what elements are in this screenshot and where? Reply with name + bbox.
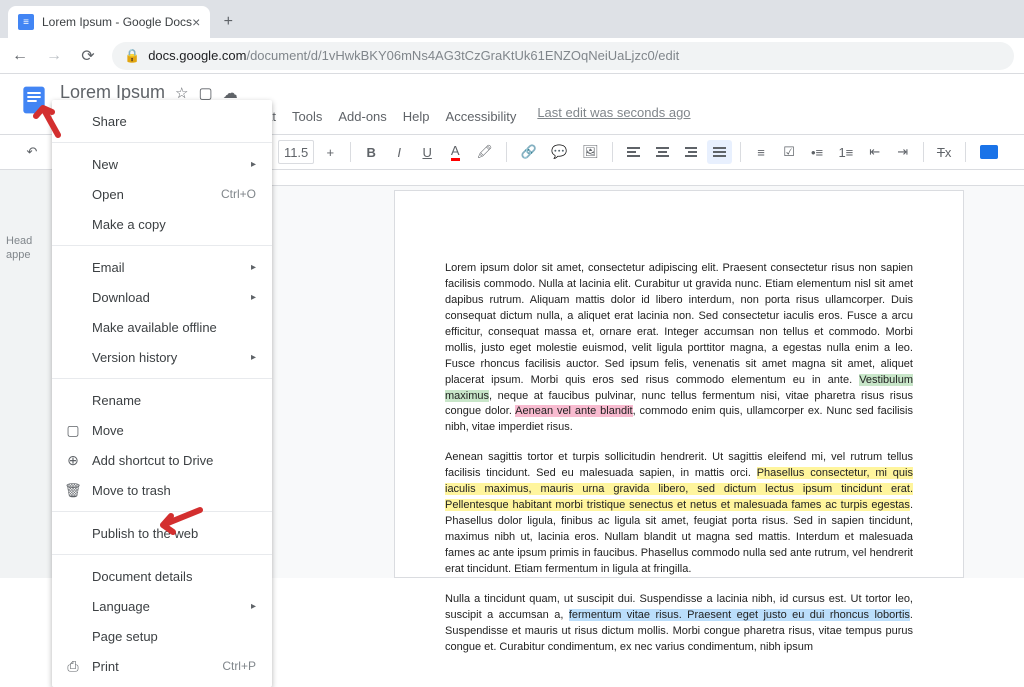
forward-button[interactable]: → bbox=[44, 47, 64, 65]
menu-language[interactable]: Language▸ bbox=[52, 591, 272, 621]
star-icon[interactable]: ☆ bbox=[175, 84, 188, 102]
align-right-button[interactable] bbox=[679, 140, 704, 164]
underline-button[interactable]: U bbox=[415, 140, 439, 164]
print-icon: ⎙ bbox=[64, 658, 82, 675]
insert-image-button[interactable]: 🖼 bbox=[577, 140, 604, 164]
last-edit-link[interactable]: Last edit was seconds ago bbox=[537, 105, 690, 128]
insert-comment-button[interactable]: 💬 bbox=[546, 140, 573, 164]
highlight-red: Aenean vel ante blandit bbox=[515, 405, 632, 417]
docs-favicon: ≡ bbox=[18, 14, 34, 30]
font-size-plus[interactable]: + bbox=[318, 140, 342, 164]
clear-formatting-button[interactable]: Tx bbox=[932, 140, 957, 164]
number-list-button[interactable]: 1≡ bbox=[833, 140, 859, 164]
undo-button[interactable]: ↶ bbox=[20, 140, 44, 164]
indent-increase-button[interactable]: ⇥ bbox=[891, 140, 915, 164]
menu-download[interactable]: Download▸ bbox=[52, 282, 272, 312]
menu-open[interactable]: OpenCtrl+O bbox=[52, 179, 272, 209]
browser-tab[interactable]: ≡ Lorem Ipsum - Google Docs × bbox=[8, 6, 210, 38]
menu-make-copy[interactable]: Make a copy bbox=[52, 209, 272, 239]
editing-mode-button[interactable] bbox=[974, 140, 1004, 164]
menu-addons[interactable]: Add-ons bbox=[331, 105, 393, 128]
highlight-blue: fermentum vitae risus. Praesent eget jus… bbox=[569, 609, 910, 621]
menu-page-setup[interactable]: Page setup bbox=[52, 621, 272, 651]
outline-panel bbox=[0, 170, 54, 578]
menu-email[interactable]: Email▸ bbox=[52, 252, 272, 282]
cloud-icon[interactable]: ☁ bbox=[223, 84, 238, 102]
shortcut-icon: ⊕ bbox=[64, 452, 82, 469]
font-size-input[interactable]: 11.5 bbox=[278, 140, 314, 164]
address-bar[interactable]: 🔒 docs.google.com/document/d/1vHwkBKY06m… bbox=[112, 42, 1014, 70]
menu-offline[interactable]: Make available offline bbox=[52, 312, 272, 342]
bold-button[interactable]: B bbox=[359, 140, 383, 164]
menu-document-details[interactable]: Document details bbox=[52, 561, 272, 591]
align-justify-button[interactable] bbox=[707, 140, 732, 164]
bullet-list-button[interactable]: •≡ bbox=[805, 140, 829, 164]
menu-new[interactable]: New▸ bbox=[52, 149, 272, 179]
line-spacing-button[interactable]: ≡ bbox=[749, 140, 773, 164]
text-color-button[interactable]: A bbox=[443, 140, 467, 164]
outline-hint: Headappe bbox=[6, 234, 32, 263]
tab-title: Lorem Ipsum - Google Docs bbox=[42, 15, 192, 29]
menu-rename[interactable]: Rename bbox=[52, 385, 272, 415]
trash-icon: 🗑 bbox=[64, 482, 82, 499]
back-button[interactable]: ← bbox=[10, 47, 30, 65]
checklist-button[interactable]: ☑ bbox=[777, 140, 801, 164]
lock-icon: 🔒 bbox=[124, 48, 140, 64]
annotation-arrow-pagesetup bbox=[155, 500, 205, 540]
annotation-arrow-file bbox=[28, 100, 68, 140]
menu-add-shortcut[interactable]: ⊕Add shortcut to Drive bbox=[52, 445, 272, 475]
document-page[interactable]: Lorem ipsum dolor sit amet, consectetur … bbox=[394, 190, 964, 578]
menu-accessibility[interactable]: Accessibility bbox=[439, 105, 524, 128]
indent-decrease-button[interactable]: ⇤ bbox=[863, 140, 887, 164]
menu-share[interactable]: Share bbox=[52, 106, 272, 136]
menu-version-history[interactable]: Version history▸ bbox=[52, 342, 272, 372]
reload-button[interactable]: ⟳ bbox=[78, 46, 98, 66]
highlight-color-button[interactable]: 🖍 bbox=[471, 140, 498, 164]
folder-icon: ▢ bbox=[64, 422, 82, 439]
align-center-button[interactable] bbox=[650, 140, 675, 164]
menu-help[interactable]: Help bbox=[396, 105, 437, 128]
menu-move[interactable]: ▢Move bbox=[52, 415, 272, 445]
menu-print[interactable]: ⎙PrintCtrl+P bbox=[52, 651, 272, 681]
menu-tools[interactable]: Tools bbox=[285, 105, 329, 128]
insert-link-button[interactable]: 🔗 bbox=[515, 140, 542, 164]
tab-close-icon[interactable]: × bbox=[192, 14, 200, 30]
move-icon[interactable]: ▢ bbox=[199, 84, 213, 102]
italic-button[interactable]: I bbox=[387, 140, 411, 164]
align-left-button[interactable] bbox=[621, 140, 646, 164]
new-tab-button[interactable]: + bbox=[214, 8, 242, 36]
file-menu-dropdown: Share New▸ OpenCtrl+O Make a copy Email▸… bbox=[52, 100, 272, 687]
